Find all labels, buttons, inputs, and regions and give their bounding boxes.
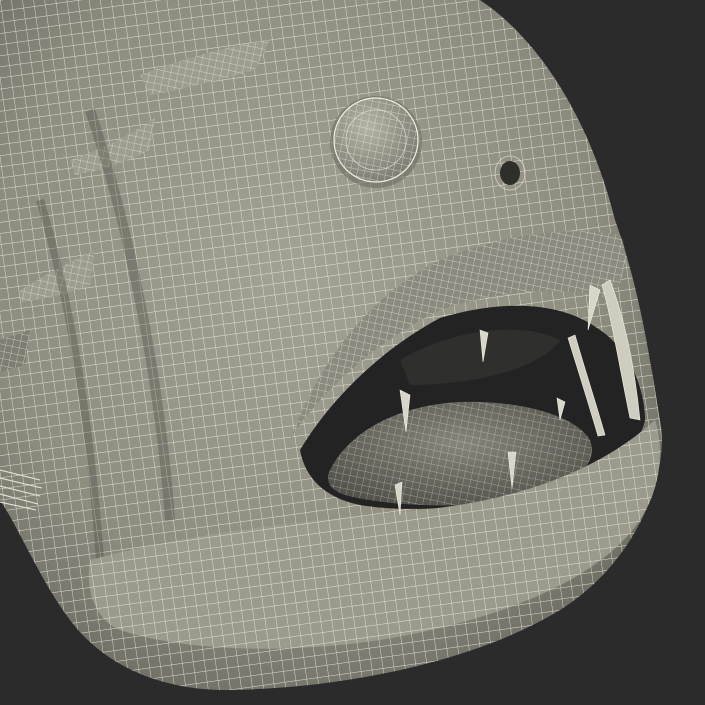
wireframe-render xyxy=(0,0,662,690)
render-viewport xyxy=(0,0,705,705)
eye xyxy=(330,96,422,188)
